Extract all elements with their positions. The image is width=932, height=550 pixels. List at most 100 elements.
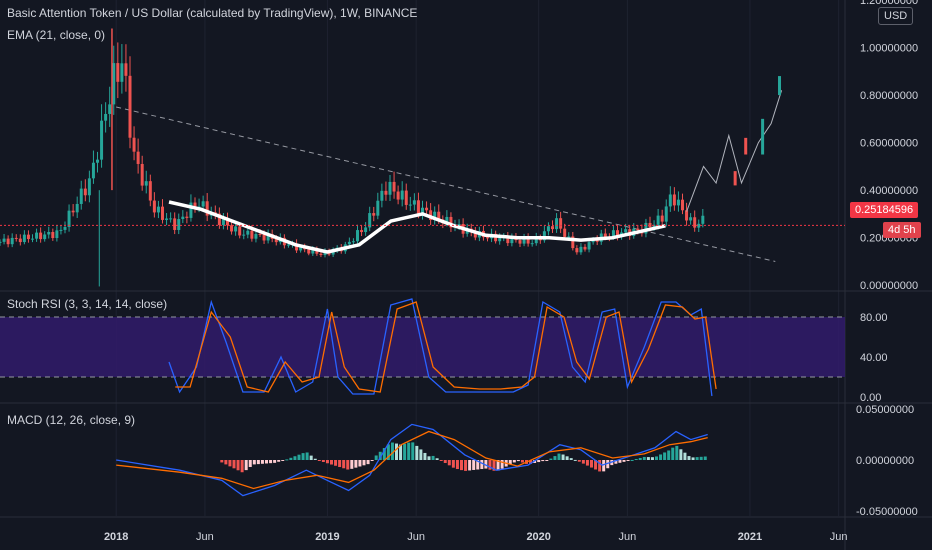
macd-histogram-bar xyxy=(321,460,325,463)
candle-body xyxy=(169,218,173,220)
candle-body xyxy=(181,216,185,220)
candle-body xyxy=(546,226,550,232)
candle-body xyxy=(372,213,376,216)
price-axis-tick: 1.20000000 xyxy=(860,0,918,7)
macd-histogram-bar xyxy=(460,460,463,471)
candle-body xyxy=(35,232,39,239)
candle-body xyxy=(165,218,169,220)
candle-body xyxy=(668,194,672,207)
macd-histogram-bar xyxy=(537,460,541,463)
candle-body xyxy=(148,181,152,201)
macd-histogram-bar xyxy=(305,452,309,460)
macd-histogram-bar xyxy=(273,460,277,463)
macd-histogram-bar xyxy=(581,460,585,464)
candle-body xyxy=(71,210,75,213)
macd-axis-tick: 0.05000000 xyxy=(856,404,914,416)
stoch-axis-tick: 40.00 xyxy=(860,352,888,364)
candle-body xyxy=(384,190,388,195)
candle-body xyxy=(685,210,689,221)
candle-body xyxy=(660,215,664,222)
macd-histogram-bar xyxy=(224,460,228,465)
macd-histogram-bar xyxy=(415,445,419,460)
macd-histogram-bar xyxy=(297,454,301,460)
macd-histogram-bar xyxy=(691,457,695,460)
macd-histogram-bar xyxy=(334,460,338,466)
macd-histogram-bar xyxy=(265,460,268,464)
candle-body xyxy=(486,237,489,239)
macd-histogram-bar xyxy=(602,460,606,472)
macd-histogram-bar xyxy=(577,460,581,462)
candle-body xyxy=(262,234,266,241)
stoch-axis-tick: 80.00 xyxy=(860,312,888,324)
time-axis-tick: 2020 xyxy=(526,531,550,543)
chart-canvas[interactable]: 0(0.09668989)0.236(0.2515621)0.382(0.347… xyxy=(0,0,932,550)
candle-body xyxy=(636,228,640,231)
macd-histogram-bar xyxy=(703,456,707,460)
macd-histogram-bar xyxy=(630,459,634,461)
candle-body xyxy=(567,236,571,238)
candle-body xyxy=(404,190,408,205)
macd-histogram-bar xyxy=(650,457,654,460)
candle-body xyxy=(156,206,160,213)
macd-histogram-bar xyxy=(240,460,244,473)
candle-body xyxy=(161,206,164,220)
candle-body xyxy=(689,217,693,221)
candle-body xyxy=(185,216,189,218)
candle-body xyxy=(189,202,193,218)
macd-histogram-bar xyxy=(541,460,545,462)
macd-histogram-bar xyxy=(338,460,342,468)
countdown-badge: 4d 5h xyxy=(883,222,921,238)
candle-body xyxy=(579,246,583,253)
macd-histogram-bar xyxy=(289,457,293,460)
macd-histogram-bar xyxy=(228,460,232,467)
price-axis-tick: 0.60000000 xyxy=(860,138,918,150)
macd-histogram-bar xyxy=(358,460,362,467)
candle-body xyxy=(246,230,250,235)
macd-histogram-bar xyxy=(642,456,646,460)
ema-legend[interactable]: EMA (21, close, 0) xyxy=(7,28,105,42)
candle-body xyxy=(173,218,177,230)
candle-body xyxy=(360,230,364,233)
macd-histogram-bar xyxy=(663,452,667,460)
candle-body xyxy=(116,63,120,82)
macd-histogram-bar xyxy=(346,460,350,470)
candle-body xyxy=(63,227,67,230)
candle-body xyxy=(347,241,351,245)
macd-histogram-bar xyxy=(516,460,520,462)
currency-button[interactable]: USD xyxy=(878,7,914,25)
candle-body xyxy=(201,201,205,207)
candle-body xyxy=(238,226,242,236)
macd-histogram-bar xyxy=(403,443,407,460)
macd-histogram-bar xyxy=(512,460,516,463)
macd-histogram-bar xyxy=(411,442,415,460)
macd-histogram-bar xyxy=(236,460,240,471)
candle-body xyxy=(75,203,79,213)
macd-histogram-bar xyxy=(423,452,427,460)
macd-histogram-bar xyxy=(687,456,691,460)
macd-legend[interactable]: MACD (12, 26, close, 9) xyxy=(7,413,135,427)
candle-body xyxy=(575,248,579,253)
candle-body xyxy=(2,238,6,242)
candle-body xyxy=(87,178,91,196)
macd-histogram-bar xyxy=(277,460,281,462)
stoch-rsi-legend[interactable]: Stoch RSI (3, 3, 14, 14, close) xyxy=(7,297,167,311)
macd-histogram-bar xyxy=(573,459,577,461)
macd-histogram-bar xyxy=(480,460,484,470)
candle-body xyxy=(47,232,51,235)
macd-histogram-bar xyxy=(309,455,313,460)
candle-body xyxy=(733,171,737,186)
candle-body xyxy=(100,120,104,160)
macd-histogram-bar xyxy=(354,460,358,468)
candle-body xyxy=(693,217,697,228)
macd-histogram-bar xyxy=(557,453,561,460)
macd-histogram-bar xyxy=(634,458,638,460)
macd-histogram-bar xyxy=(667,450,671,460)
macd-histogram-bar xyxy=(293,456,297,460)
candle-body xyxy=(250,230,254,239)
candle-body xyxy=(559,218,563,229)
macd-histogram-bar xyxy=(252,460,256,465)
macd-histogram-bar xyxy=(419,449,423,460)
candle-body xyxy=(761,118,765,155)
macd-axis-tick: 0.00000000 xyxy=(856,455,914,467)
time-axis-tick: 2018 xyxy=(104,531,128,543)
